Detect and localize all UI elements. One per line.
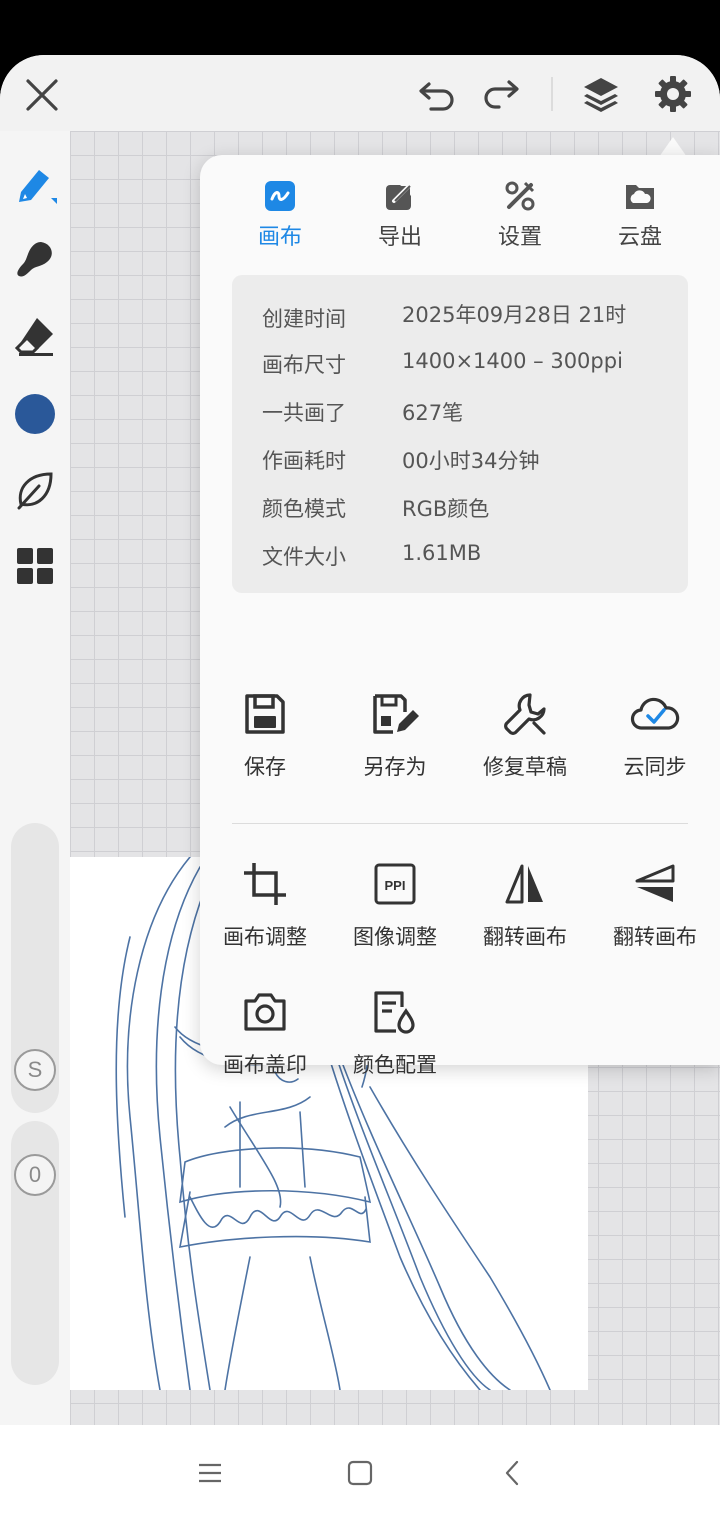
brush-size-knob[interactable]: S	[14, 1049, 56, 1091]
color-config-icon	[330, 983, 460, 1041]
info-row-time: 作画耗时 00小时34分钟	[262, 445, 682, 485]
action-label: 云同步	[623, 755, 687, 779]
canvas-settings-panel: 画布 导出 设置 云盘 创建时间 2025年09月28日 21时05分	[200, 155, 720, 1077]
info-key: 文件大小	[262, 545, 346, 569]
brush-icon[interactable]	[10, 159, 60, 209]
action-label: 修复草稿	[483, 755, 567, 779]
popup-pointer	[659, 137, 687, 157]
flip-canvas-vertical-button[interactable]: 翻转画布	[590, 855, 720, 965]
tab-label: 设置	[497, 225, 542, 250]
info-value: 627笔	[402, 401, 464, 425]
action-label: 另存为	[363, 755, 427, 779]
smudge-icon[interactable]	[10, 235, 60, 285]
app-window: S 0 画布 导出 设置 云盘 创建时间 2025年09月28日 21时 画布尺…	[0, 55, 720, 1425]
export-icon	[345, 175, 455, 217]
canvas-info-box: 创建时间 2025年09月28日 21时05分 画布尺寸 1400×1400 –…	[232, 275, 688, 593]
info-value: 2025年09月28日 21时05分	[402, 303, 627, 327]
opacity-knob[interactable]: 0	[14, 1154, 56, 1196]
leaf-icon[interactable]	[10, 465, 60, 515]
info-row-size: 画布尺寸 1400×1400 – 300ppi	[262, 349, 682, 389]
info-row-file-size: 文件大小 1.61MB	[262, 541, 682, 581]
info-key: 作画耗时	[262, 449, 346, 473]
ppi-icon: PPI	[330, 855, 460, 913]
action-label: 颜色配置	[353, 1053, 437, 1077]
tab-label: 画布	[257, 225, 302, 250]
camera-icon	[200, 983, 330, 1041]
close-icon[interactable]	[20, 73, 64, 117]
info-row-color-mode: 颜色模式 RGB颜色	[262, 493, 682, 533]
cloud-sync-icon	[590, 685, 720, 743]
action-label: 翻转画布	[483, 925, 567, 949]
action-label: 画布调整	[223, 925, 307, 949]
system-navigation-bar	[0, 1425, 720, 1520]
canvas-icon	[225, 175, 335, 217]
action-label: 保存	[244, 755, 286, 779]
info-key: 颜色模式	[262, 497, 346, 521]
info-value: 1400×1400 – 300ppi	[402, 349, 623, 373]
action-label: 画布盖印	[223, 1053, 307, 1077]
info-row-strokes: 一共画了 627笔	[262, 397, 682, 437]
info-row-created: 创建时间 2025年09月28日 21时05分	[262, 299, 682, 333]
image-adjust-button[interactable]: PPI 图像调整	[330, 855, 460, 965]
redo-icon[interactable]	[478, 73, 524, 117]
cloud-drive-icon	[585, 175, 695, 217]
save-as-button[interactable]: 另存为	[330, 685, 460, 795]
color-config-button[interactable]: 颜色配置	[330, 983, 460, 1093]
eraser-icon[interactable]	[10, 311, 60, 361]
toolbar-divider	[551, 77, 553, 111]
grid-icon[interactable]	[10, 541, 60, 591]
canvas-stamp-button[interactable]: 画布盖印	[200, 983, 330, 1093]
info-value: RGB颜色	[402, 497, 490, 521]
opacity-slider-label: 0	[28, 1162, 42, 1187]
crop-icon	[200, 855, 330, 913]
layers-icon[interactable]	[578, 71, 624, 117]
home-icon[interactable]	[340, 1455, 380, 1491]
undo-icon[interactable]	[414, 73, 460, 117]
canvas-adjust-button[interactable]: 画布调整	[200, 855, 330, 965]
action-label: 图像调整	[353, 925, 437, 949]
flip-horizontal-icon	[460, 855, 590, 913]
tab-canvas[interactable]: 画布	[225, 175, 335, 255]
info-key: 画布尺寸	[262, 353, 346, 377]
save-as-icon	[330, 685, 460, 743]
svg-text:PPI: PPI	[385, 878, 406, 893]
gear-icon[interactable]	[650, 71, 696, 117]
menu-icon[interactable]	[190, 1455, 230, 1491]
left-tool-sidebar: S 0	[0, 131, 70, 1425]
wrench-icon	[460, 685, 590, 743]
back-icon[interactable]	[492, 1455, 532, 1491]
info-key: 创建时间	[262, 307, 346, 331]
top-toolbar	[0, 55, 720, 131]
info-value: 1.61MB	[402, 541, 482, 565]
tab-export[interactable]: 导出	[345, 175, 455, 255]
size-slider-label: S	[27, 1057, 43, 1082]
tab-label: 导出	[377, 225, 422, 250]
repair-draft-button[interactable]: 修复草稿	[460, 685, 590, 795]
save-icon	[200, 685, 330, 743]
info-key: 一共画了	[262, 401, 346, 425]
cloud-sync-button[interactable]: 云同步	[590, 685, 720, 795]
tab-cloud-drive[interactable]: 云盘	[585, 175, 695, 255]
info-value: 00小时34分钟	[402, 449, 540, 473]
save-button[interactable]: 保存	[200, 685, 330, 795]
panel-divider	[232, 823, 688, 824]
flip-canvas-horizontal-button[interactable]: 翻转画布	[460, 855, 590, 965]
flip-vertical-icon	[590, 855, 720, 913]
tab-label: 云盘	[617, 225, 662, 250]
tools-icon	[465, 175, 575, 217]
action-label: 翻转画布	[613, 925, 697, 949]
tab-settings[interactable]: 设置	[465, 175, 575, 255]
color-swatch[interactable]	[10, 389, 60, 439]
